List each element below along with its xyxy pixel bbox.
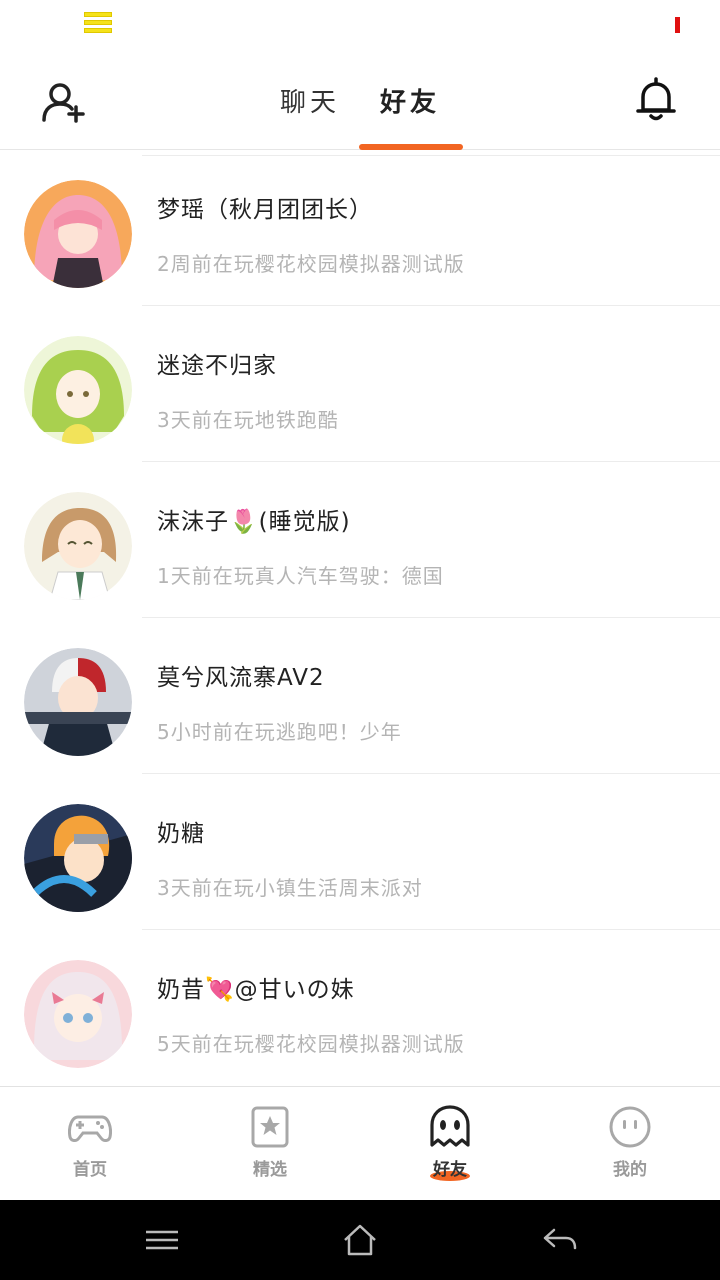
friend-name: 梦瑶（秋月团团长） [157, 197, 373, 223]
back-icon [543, 1228, 577, 1250]
battery-icon [675, 17, 680, 33]
add-user-icon [42, 83, 85, 123]
bell-icon [636, 77, 676, 121]
avatar[interactable] [24, 648, 132, 756]
home-icon [344, 1224, 376, 1256]
tab-bar: 聊天 好友 [260, 52, 480, 150]
friend-name: 奶糖 [157, 821, 205, 847]
tab-chat[interactable]: 聊天 [280, 82, 340, 119]
home-button[interactable] [340, 1220, 380, 1260]
avatar[interactable] [24, 180, 132, 288]
friend-status: 3天前在玩地铁跑酷 [157, 408, 339, 432]
friend-list-item[interactable]: 莫兮风流寨AV2 5小时前在玩逃跑吧！少年 [0, 618, 720, 774]
tab-friends[interactable]: 好友 [380, 82, 440, 119]
nav-featured[interactable]: 精选 [180, 1087, 360, 1201]
friend-status: 5天前在玩樱花校园模拟器测试版 [157, 1032, 465, 1056]
star-card-icon [251, 1106, 289, 1148]
notifications-button[interactable] [632, 76, 680, 124]
ghost-icon [430, 1105, 470, 1147]
friend-status: 2周前在玩樱花校园模拟器测试版 [157, 252, 465, 276]
friend-list-item[interactable]: 奶糖 3天前在玩小镇生活周末派对 [0, 774, 720, 930]
friend-list[interactable]: 梦瑶（秋月团团长） 2周前在玩樱花校园模拟器测试版 迷途不归家 3天前在玩地铁跑… [0, 150, 720, 1086]
friend-status: 3天前在玩小镇生活周末派对 [157, 876, 423, 900]
top-bar: 聊天 好友 [0, 52, 720, 150]
system-nav-bar [0, 1200, 720, 1280]
avatar[interactable] [24, 804, 132, 912]
menu-icon [146, 1230, 178, 1250]
nav-home[interactable]: 首页 [0, 1087, 180, 1201]
add-friend-button[interactable] [40, 80, 88, 124]
avatar[interactable] [24, 492, 132, 600]
friend-list-item[interactable]: 奶昔💘@甘いの妹 5天前在玩樱花校园模拟器测试版 [0, 930, 720, 1086]
friend-name: 莫兮风流寨AV2 [157, 665, 325, 691]
friend-list-item[interactable]: 梦瑶（秋月团团长） 2周前在玩樱花校园模拟器测试版 [0, 150, 720, 306]
friend-name: 沫沫子🌷(睡觉版) [157, 509, 351, 535]
friend-status: 5小时前在玩逃跑吧！少年 [157, 720, 402, 744]
gamepad-icon [68, 1115, 112, 1142]
nav-me[interactable]: 我的 [540, 1087, 720, 1201]
nav-label: 首页 [73, 1160, 107, 1180]
avatar[interactable] [24, 336, 132, 444]
friend-name: 迷途不归家 [157, 353, 277, 379]
menu-button[interactable] [142, 1220, 182, 1260]
friend-list-item[interactable]: 沫沫子🌷(睡觉版) 1天前在玩真人汽车驾驶：德国 [0, 462, 720, 618]
smiley-icon [609, 1106, 651, 1148]
friend-name: 奶昔💘@甘いの妹 [157, 977, 355, 1003]
nav-friends[interactable]: 好友 [360, 1087, 540, 1201]
nav-label: 精选 [253, 1160, 287, 1180]
status-bar [0, 0, 720, 52]
bottom-nav: 首页 精选 好友 我的 [0, 1086, 720, 1200]
notification-app-icon [84, 12, 112, 38]
back-button[interactable] [540, 1220, 580, 1260]
nav-label: 好友 [433, 1160, 467, 1180]
nav-label: 我的 [613, 1160, 647, 1180]
friend-status: 1天前在玩真人汽车驾驶：德国 [157, 564, 444, 588]
avatar[interactable] [24, 960, 132, 1068]
friend-list-item[interactable]: 迷途不归家 3天前在玩地铁跑酷 [0, 306, 720, 462]
